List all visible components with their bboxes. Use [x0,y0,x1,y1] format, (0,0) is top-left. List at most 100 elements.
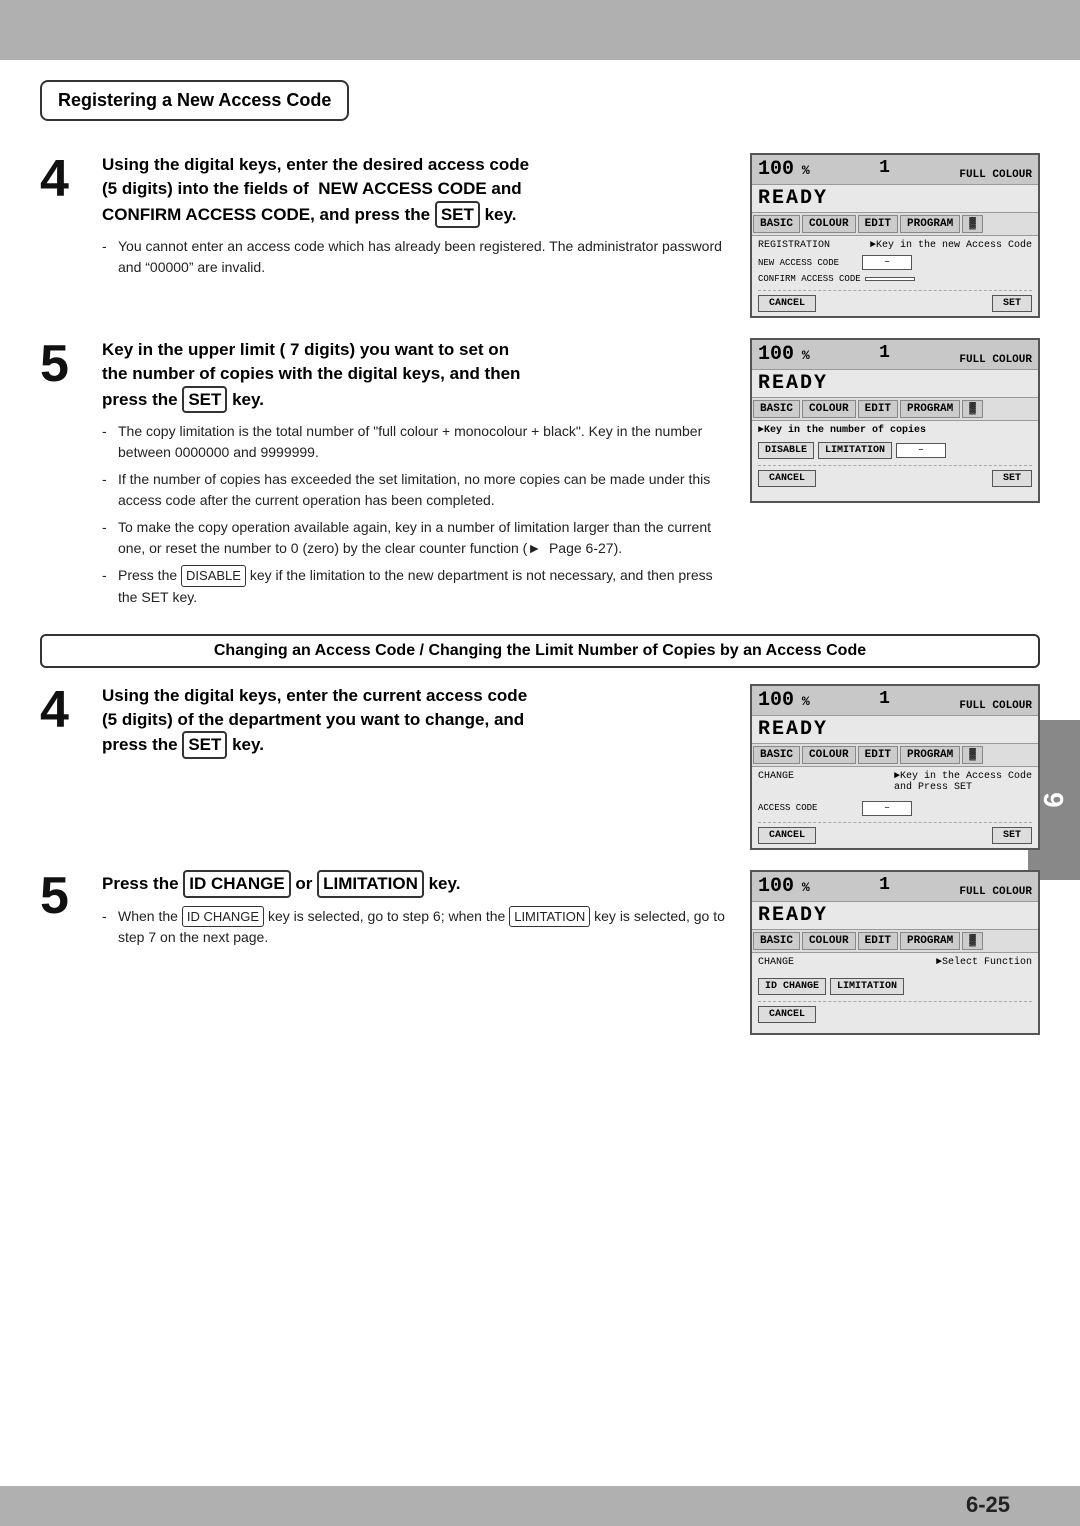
cancel-button-lcd[interactable]: CANCEL [758,295,816,312]
set-key-ref: SET [435,201,480,229]
step5-change-note1: When the ID CHANGE key is selected, go t… [102,906,730,949]
lcd-header2: 100 % 1 FULL COLOUR [752,340,1038,370]
lcd-btn-row-step4-change: CANCEL SET [758,822,1032,844]
main-content: Registering a New Access Code 4 Using th… [0,60,1080,1075]
lcd-info-right4: ►Select Function [936,957,1032,968]
lcd-info-row: REGISTRATION ►Key in the new Access Code [758,240,1032,251]
step5-register-title: Key in the upper limit ( 7 digits) you w… [102,338,730,413]
confirm-access-code-row: CONFIRM ACCESS CODE [758,274,1032,284]
step4-register-body: You cannot enter an access code which ha… [102,236,730,278]
lcd-info-row4: CHANGE ►Select Function [758,957,1032,968]
lcd-copy-num2: 1 [879,343,890,366]
set-key-ref4: SET [182,731,227,759]
lcd-tab-colour2[interactable]: COLOUR [802,400,856,418]
disable-key-ref: DISABLE [181,565,246,587]
limitation-key-ref2: LIMITATION [509,906,590,928]
lcd-full-colour4: FULL COLOUR [959,886,1032,898]
step5-change-content: Press the ID CHANGE or LIMITATION key. W… [102,870,730,954]
limitation-button-lcd2[interactable]: LIMITATION [830,978,904,995]
limitation-key-ref: LIMITATION [317,870,424,898]
lcd-tab-edit[interactable]: EDIT [858,215,898,233]
step5-note1: The copy limitation is the total number … [102,421,730,463]
lcd-body-step5-change: CHANGE ►Select Function ID CHANGE LIMITA… [752,953,1038,1033]
step5-change: 5 Press the ID CHANGE or LIMITATION key.… [40,870,1040,1035]
step5-register: 5 Key in the upper limit ( 7 digits) you… [40,338,1040,614]
step4-change-content: Using the digital keys, enter the curren… [102,684,730,767]
lcd-header3: 100 % 1 FULL COLOUR [752,686,1038,716]
id-change-button-lcd[interactable]: ID CHANGE [758,978,826,995]
lcd-body-step5-register: ►Key in the number of copies DISABLE LIM… [752,421,1038,501]
lcd-tab-edit2[interactable]: EDIT [858,400,898,418]
lcd-tab-basic[interactable]: BASIC [753,215,800,233]
lcd-tab-extra4[interactable]: ▓ [962,932,983,950]
lcd-percent3: 100 % [758,689,810,712]
step4-register-title: Using the digital keys, enter the desire… [102,153,730,228]
lcd-percent2: 100 % [758,343,810,366]
lcd-tab-edit4[interactable]: EDIT [858,932,898,950]
set-key-ref2: SET [182,386,227,414]
lcd-tabs4: BASIC COLOUR EDIT PROGRAM ▓ [752,930,1038,953]
access-code-value: – [862,801,912,816]
lcd-ready: READY [752,185,1038,213]
lcd-screen-step4-change: 100 % 1 FULL COLOUR READY BASIC COLOUR E… [750,684,1040,850]
lcd-tab-basic3[interactable]: BASIC [753,746,800,764]
step5-register-body: The copy limitation is the total number … [102,421,730,608]
page-number: 6-25 [966,1492,1010,1518]
disable-button-lcd[interactable]: DISABLE [758,442,814,459]
id-change-key-ref: ID CHANGE [183,870,290,898]
lcd-btn-row-step5: CANCEL SET [758,465,1032,487]
lcd-btn-row-step5-change: CANCEL [758,1001,1032,1023]
lcd-header4: 100 % 1 FULL COLOUR [752,872,1038,902]
lcd-tab-edit3[interactable]: EDIT [858,746,898,764]
lcd-id-change-row: ID CHANGE LIMITATION [758,978,1032,995]
lcd-full-colour: FULL COLOUR [959,169,1032,181]
step4-change: 4 Using the digital keys, enter the curr… [40,684,1040,850]
lcd-tab-colour[interactable]: COLOUR [802,215,856,233]
confirm-access-code-value [865,277,915,281]
lcd-info-left3: CHANGE [758,771,794,793]
lcd-info-right: ►Key in the new Access Code [870,240,1032,251]
access-code-label: ACCESS CODE [758,803,858,813]
lcd-screen-step5-change: 100 % 1 FULL COLOUR READY BASIC COLOUR E… [750,870,1040,1035]
lcd-copy-num: 1 [879,158,890,181]
confirm-access-code-label: CONFIRM ACCESS CODE [758,274,861,284]
lcd-copies-label: ►Key in the number of copies [758,425,1032,436]
lcd-ready3: READY [752,716,1038,744]
lcd-tab-basic2[interactable]: BASIC [753,400,800,418]
lcd-tab-extra2[interactable]: ▓ [962,400,983,418]
lcd-btn-row-step4: CANCEL SET [758,290,1032,312]
lcd-tabs3: BASIC COLOUR EDIT PROGRAM ▓ [752,744,1038,767]
step4-register-content: Using the digital keys, enter the desire… [102,153,730,284]
page: 6 Registering a New Access Code 4 Using … [0,0,1080,1526]
lcd-tab-colour4[interactable]: COLOUR [802,932,856,950]
lcd-copy-num4: 1 [879,875,890,898]
limitation-button-lcd[interactable]: LIMITATION [818,442,892,459]
step5-change-title: Press the ID CHANGE or LIMITATION key. [102,870,730,898]
lcd-tab-colour3[interactable]: COLOUR [802,746,856,764]
lcd-tab-extra3[interactable]: ▓ [962,746,983,764]
set-button-lcd[interactable]: SET [992,295,1032,312]
lcd-tab-extra[interactable]: ▓ [962,215,983,233]
id-change-key-ref2: ID CHANGE [182,906,264,928]
step4-register-note: You cannot enter an access code which ha… [102,236,730,278]
lcd-tab-program[interactable]: PROGRAM [900,215,960,233]
lcd-tab-basic4[interactable]: BASIC [753,932,800,950]
lcd-body-step4-register: REGISTRATION ►Key in the new Access Code… [752,236,1038,316]
new-access-code-label: NEW ACCESS CODE [758,258,858,268]
cancel-button-lcd4[interactable]: CANCEL [758,1006,816,1023]
set-button-lcd3[interactable]: SET [992,827,1032,844]
lcd-tab-program2[interactable]: PROGRAM [900,400,960,418]
cancel-button-lcd2[interactable]: CANCEL [758,470,816,487]
top-bar [0,0,1080,60]
step5-register-number: 5 [40,338,82,390]
step4-register: 4 Using the digital keys, enter the desi… [40,153,1040,318]
lcd-full-colour3: FULL COLOUR [959,700,1032,712]
lcd-tab-program3[interactable]: PROGRAM [900,746,960,764]
lcd-tabs: BASIC COLOUR EDIT PROGRAM ▓ [752,213,1038,236]
lcd-percent4: 100 % [758,875,810,898]
lcd-info-left4: CHANGE [758,957,794,968]
cancel-button-lcd3[interactable]: CANCEL [758,827,816,844]
lcd-tab-program4[interactable]: PROGRAM [900,932,960,950]
set-button-lcd2[interactable]: SET [992,470,1032,487]
step5-note2: If the number of copies has exceeded the… [102,469,730,511]
